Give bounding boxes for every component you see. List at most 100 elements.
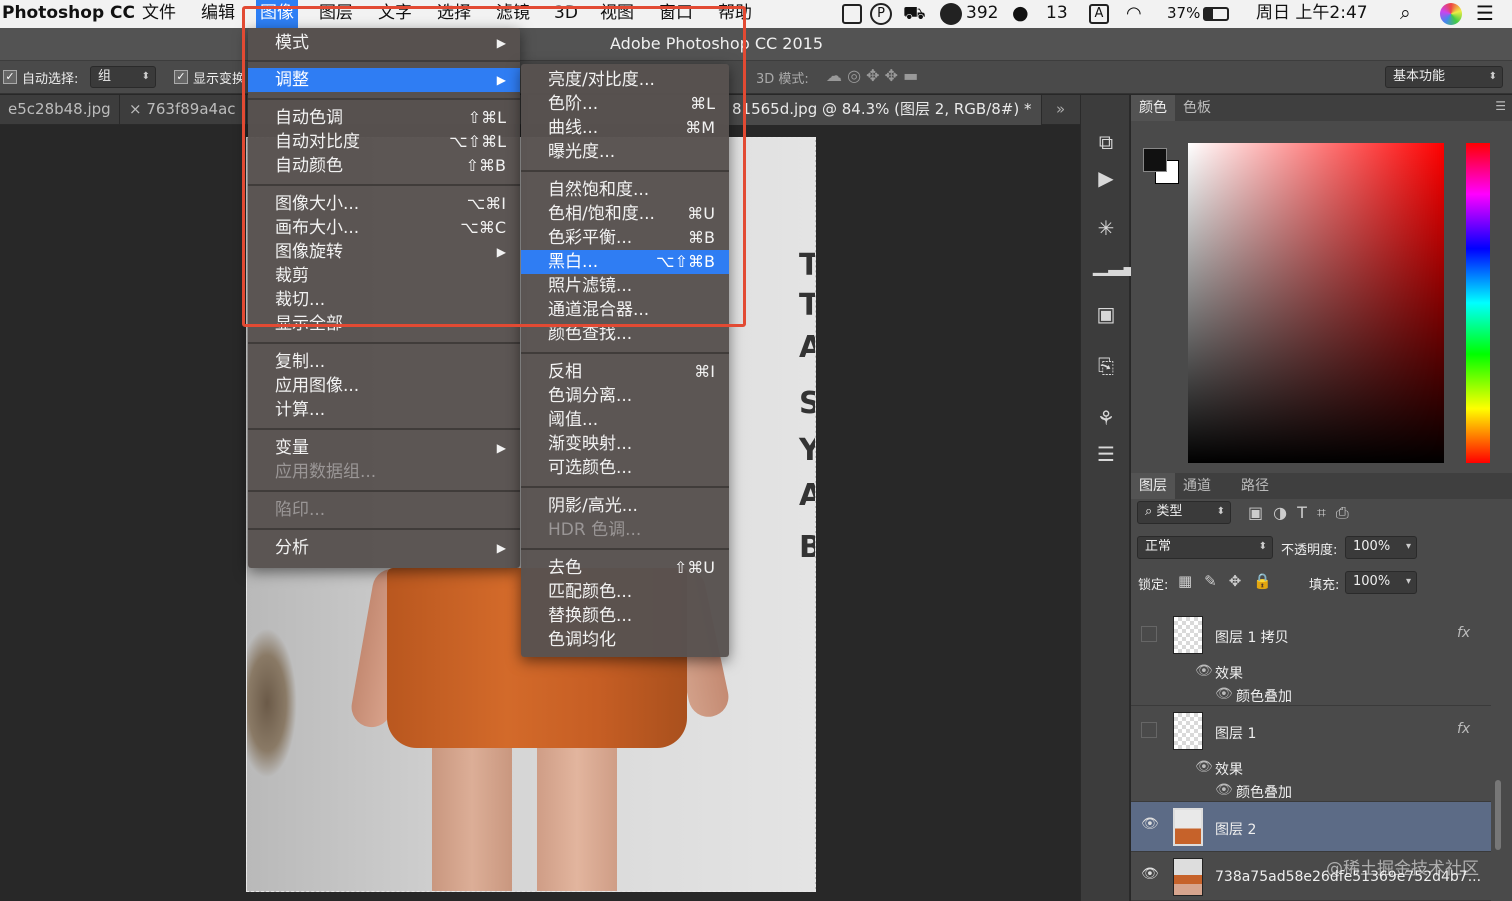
tab-channels[interactable]: 通道: [1175, 473, 1219, 499]
layer-thumbnail: [1173, 616, 1203, 654]
opacity-input[interactable]: 100% ▾: [1345, 536, 1417, 559]
tab-color[interactable]: 颜色: [1131, 95, 1175, 121]
fill-input[interactable]: 100% ▾: [1345, 571, 1417, 594]
siri-icon[interactable]: [1440, 3, 1462, 25]
layer-row-selected[interactable]: 👁 图层 2: [1131, 802, 1491, 852]
effect-eye-icon[interactable]: 👁: [1215, 686, 1233, 702]
menu-item-calculations[interactable]: 计算...: [248, 398, 520, 422]
blend-mode-dropdown[interactable]: 正常 ⬍: [1137, 536, 1273, 559]
menu-item-duplicate[interactable]: 复制...: [248, 350, 520, 374]
properties-icon[interactable]: ▣: [1093, 301, 1119, 327]
wifi-icon[interactable]: ◠: [1126, 0, 1142, 28]
truck-icon[interactable]: ⛟: [903, 0, 926, 28]
p-icon[interactable]: P: [870, 3, 892, 25]
menu-item-threshold[interactable]: 阈值...: [521, 408, 729, 432]
app-menu[interactable]: Photoshop CC: [0, 0, 135, 28]
dropdown-arrow-icon: ⬍: [1258, 541, 1267, 552]
history-icon[interactable]: ⧉: [1093, 129, 1119, 155]
auto-select-checkbox[interactable]: ✓: [3, 70, 17, 84]
layer-filter-icons[interactable]: ▣◑T⌗⎙: [1248, 503, 1359, 523]
menu-item-desaturate[interactable]: 去色 ⇧⌘U: [521, 556, 729, 580]
menu-item-apply-image[interactable]: 应用图像...: [248, 374, 520, 398]
wechat-count: 13: [1046, 3, 1068, 23]
spotlight-icon[interactable]: ⌕: [1400, 0, 1411, 28]
tab-doc-current[interactable]: 81565d.jpg @ 84.3% (图层 2, RGB/8#) *: [724, 95, 1042, 125]
notification-icon[interactable]: ☰: [1476, 0, 1494, 28]
brush-settings-icon[interactable]: ✳: [1093, 215, 1119, 241]
blend-mode-value: 正常: [1145, 539, 1172, 554]
dropdown-arrow-icon: ▾: [1405, 576, 1411, 587]
tab-layers[interactable]: 图层: [1131, 473, 1175, 499]
tab-doc-1[interactable]: e5c28b48.jpg: [0, 95, 120, 125]
eye-icon[interactable]: 👁: [1141, 866, 1159, 882]
foreground-color-swatch[interactable]: [1143, 148, 1167, 172]
visibility-toggle[interactable]: [1141, 722, 1157, 738]
effects-eye-icon[interactable]: 👁: [1195, 759, 1213, 775]
menu-item-posterize[interactable]: 色调分离...: [521, 384, 729, 408]
tabs-overflow-icon[interactable]: »: [1048, 95, 1078, 125]
menu-item-invert[interactable]: 反相 ⌘I: [521, 360, 729, 384]
layer-name[interactable]: 图层 2: [1215, 819, 1256, 839]
color-picker-field[interactable]: [1188, 143, 1444, 463]
layer-filter-dropdown[interactable]: ⌕ 类型 ⬍: [1137, 501, 1231, 524]
wechat-icon[interactable]: ●: [1012, 0, 1029, 28]
window-titlebar: Adobe Photoshop CC 2015: [0, 28, 1512, 61]
wall-letter: A: [799, 478, 815, 513]
plant: [247, 628, 297, 778]
stop-icon[interactable]: [842, 4, 862, 24]
histogram-icon[interactable]: ▁▂▃: [1093, 251, 1139, 277]
lock-icons[interactable]: ▦✎✥🔒: [1178, 572, 1284, 590]
menu-item-match-color[interactable]: 匹配颜色...: [521, 580, 729, 604]
show-transform-checkbox[interactable]: ✓: [174, 70, 188, 84]
layer-row[interactable]: 图层 1 拷贝 fx 👁 效果 👁 颜色叠加: [1131, 610, 1491, 706]
layer-thumbnail: [1173, 808, 1203, 846]
search-icon: ⌕: [1145, 504, 1157, 519]
clock[interactable]: 周日 上午2:47: [1256, 0, 1368, 28]
fx-icon[interactable]: fx: [1457, 721, 1470, 737]
layer-row[interactable]: 图层 1 fx 👁 效果 👁 颜色叠加: [1131, 706, 1491, 802]
eye-icon[interactable]: 👁: [1141, 816, 1159, 832]
menu-item-replace-color[interactable]: 替换颜色...: [521, 604, 729, 628]
3d-tools-icons[interactable]: ☁ ◎ ✥ ✥ ▬: [826, 66, 918, 85]
effects-label: 效果: [1215, 666, 1243, 682]
effects-eye-icon[interactable]: 👁: [1195, 663, 1213, 679]
menu-edit[interactable]: 编辑: [197, 0, 239, 28]
menu-item-gradient-map[interactable]: 渐变映射...: [521, 432, 729, 456]
layer-name[interactable]: 图层 1 拷贝: [1215, 627, 1289, 647]
clone-source-icon[interactable]: ⚘: [1093, 405, 1119, 431]
visibility-toggle[interactable]: [1141, 626, 1157, 642]
close-icon[interactable]: ×: [129, 100, 146, 118]
tab-paths[interactable]: 路径: [1233, 473, 1277, 499]
badge-icon[interactable]: [940, 3, 962, 25]
input-source-icon[interactable]: A: [1089, 4, 1109, 24]
hue-slider[interactable]: [1466, 143, 1490, 463]
workspace-dropdown[interactable]: 基本功能 ⬍: [1385, 66, 1503, 88]
menu-item-shadows-highlights[interactable]: 阴影/高光...: [521, 494, 729, 518]
menu-item-variables[interactable]: 变量 ▶: [248, 436, 520, 460]
menu-item-analysis[interactable]: 分析 ▶: [248, 536, 520, 560]
menu-item-trap: 陷印...: [275, 500, 326, 520]
layer-name[interactable]: 图层 1: [1215, 723, 1256, 743]
menu-item-selective-color[interactable]: 可选颜色...: [521, 456, 729, 480]
effect-eye-icon[interactable]: 👁: [1215, 782, 1233, 798]
adjustments-icon[interactable]: ☰: [1093, 441, 1119, 467]
tab-swatches[interactable]: 色板: [1175, 95, 1219, 121]
character-icon[interactable]: ⎘: [1093, 353, 1119, 379]
battery-icon[interactable]: [1203, 7, 1229, 21]
dropdown-arrow-icon: ▾: [1405, 541, 1411, 552]
layers-scrollbar[interactable]: [1495, 780, 1501, 850]
battery-percent: 37%: [1167, 4, 1201, 22]
actions-play-icon[interactable]: ▶: [1093, 165, 1119, 191]
auto-select-value: 组: [98, 69, 112, 84]
menu-item-equalize[interactable]: 色调均化: [521, 628, 729, 652]
effect-label: 颜色叠加: [1236, 785, 1292, 801]
auto-select-dropdown[interactable]: 组 ⬍: [90, 66, 156, 88]
panel-menu-icon[interactable]: ☰: [1495, 99, 1506, 113]
menu-file[interactable]: 文件: [138, 0, 180, 28]
layers-panel-header: 图层 通道 路径: [1131, 473, 1512, 499]
fx-icon[interactable]: fx: [1457, 625, 1470, 641]
auto-select-label: 自动选择:: [22, 72, 79, 87]
tab-doc-2[interactable]: × 763f89a4ac: [121, 95, 247, 125]
dropdown-arrow-icon: ⬍: [1488, 71, 1497, 82]
watermark: @稀土掘金技术社区: [1326, 859, 1479, 879]
